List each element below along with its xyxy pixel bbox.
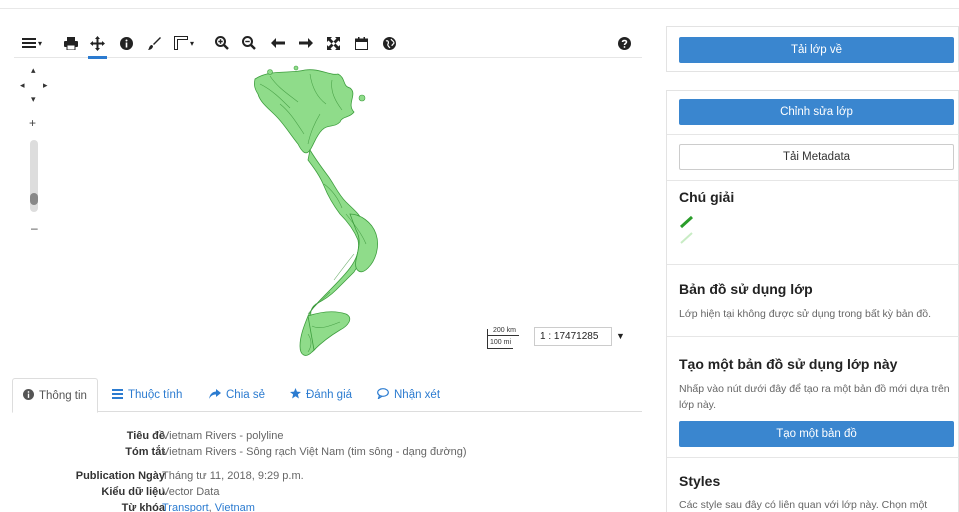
comment-icon <box>377 388 389 402</box>
sidebar-divider <box>667 336 959 337</box>
map-toolbar: ▾ ▾ <box>14 30 642 59</box>
zoom-plus-icon[interactable]: + <box>29 116 36 130</box>
menu-icon[interactable]: ▾ <box>22 33 42 53</box>
info-abstract-label: Tóm tắt <box>125 446 165 458</box>
info-row-pubdate: Publication Ngày Tháng tư 11, 2018, 9:29… <box>20 470 640 486</box>
map-layer[interactable] <box>250 64 400 364</box>
zoom-in-icon[interactable] <box>215 33 229 53</box>
tab-comments-label: Nhận xét <box>394 389 441 401</box>
info-pubdate-value: Tháng tư 11, 2018, 9:29 p.m. <box>162 470 304 482</box>
zoom-out-icon[interactable] <box>242 33 256 53</box>
scale-bar-mi: 100 mi <box>490 339 512 346</box>
info-row-abstract: Tóm tắt Vietnam Rivers - Sông rạch Việt … <box>20 446 640 462</box>
pan-up-icon[interactable]: ▴ <box>31 66 36 75</box>
legend-swatch <box>679 215 695 250</box>
create-map-button[interactable]: Tạo một bản đồ <box>679 421 954 447</box>
pan-control[interactable]: ▴ ◂ ▸ ▾ <box>18 66 52 104</box>
info-row-title: Tiêu đề Vietnam Rivers - polyline <box>20 430 640 446</box>
scale-bar: 200 km 100 mi <box>487 326 521 350</box>
info-type-value: Vector Data <box>162 486 220 498</box>
scale-select[interactable]: 1 : 17471285 <box>534 327 612 346</box>
calendar-icon[interactable] <box>355 33 368 53</box>
styles-text: Các style sau đây có liên quan với lớp n… <box>679 499 928 511</box>
star-icon <box>290 388 301 402</box>
create-map-text: Nhấp vào nút dưới đây để tạo ra một bản … <box>679 383 950 411</box>
info-row-type: Kiểu dữ liệu Vector Data <box>20 486 640 502</box>
info-title-value: Vietnam Rivers - polyline <box>162 430 284 442</box>
info-icon[interactable] <box>120 33 133 53</box>
maps-using-layer-title: Bản đồ sử dụng lớp <box>679 281 813 297</box>
globe-icon[interactable] <box>383 33 396 53</box>
brush-icon[interactable] <box>148 33 161 53</box>
arrow-right-icon[interactable] <box>299 33 313 53</box>
tab-comments[interactable]: Nhận xét <box>367 378 450 412</box>
keyword-link-transport[interactable]: Transport <box>162 502 209 512</box>
detail-tabs: Thông tin Thuộc tính Chia sẻ Đánh giá Nh… <box>12 378 642 413</box>
info-title-label: Tiêu đề <box>126 430 165 442</box>
share-icon <box>209 388 221 402</box>
sidebar-divider <box>667 457 959 458</box>
layer-sidebar-panel: Chỉnh sửa lớp Tải Metadata Chú giải Bản … <box>666 90 959 512</box>
info-keywords-value: Transport, Vietnam <box>162 502 255 512</box>
tab-share-label: Chia sẻ <box>226 389 265 401</box>
styles-title: Styles <box>679 473 721 489</box>
pan-icon[interactable] <box>88 33 107 59</box>
arrow-left-icon[interactable] <box>271 33 285 53</box>
info-icon <box>23 388 34 403</box>
keyword-separator: , <box>208 502 212 512</box>
sidebar-divider <box>667 134 959 135</box>
info-abstract-value: Vietnam Rivers - Sông rạch Việt Nam (tim… <box>162 446 467 458</box>
download-metadata-button[interactable]: Tải Metadata <box>679 144 954 170</box>
chevron-down-icon[interactable]: ▼ <box>616 331 625 341</box>
download-layer-button[interactable]: Tải lớp về <box>679 37 954 63</box>
tab-rating-label: Đánh giá <box>306 389 353 401</box>
pan-left-icon[interactable]: ◂ <box>20 81 25 90</box>
tab-info[interactable]: Thông tin <box>12 378 98 413</box>
zoom-slider-handle[interactable] <box>30 193 38 205</box>
sidebar-divider <box>667 180 959 181</box>
fullscreen-icon[interactable] <box>327 33 340 53</box>
legend-title: Chú giải <box>679 189 735 205</box>
info-type-label: Kiểu dữ liệu <box>101 486 165 498</box>
pan-down-icon[interactable]: ▾ <box>31 95 36 104</box>
tab-rating[interactable]: Đánh giá <box>280 378 362 412</box>
print-icon[interactable] <box>64 33 78 53</box>
top-divider <box>0 8 959 9</box>
pan-right-icon[interactable]: ▸ <box>43 81 48 90</box>
tab-attributes[interactable]: Thuộc tính <box>102 378 192 412</box>
info-row-keywords: Từ khóa Transport, Vietnam <box>20 502 640 512</box>
measure-icon[interactable]: ▾ <box>174 33 194 53</box>
create-map-title: Tạo một bản đồ sử dụng lớp này <box>679 356 898 372</box>
maps-using-layer-text: Lớp hiện tại không được sử dụng trong bấ… <box>679 308 931 320</box>
info-keywords-label: Từ khóa <box>121 502 165 512</box>
zoom-minus-icon[interactable]: – <box>31 221 38 235</box>
list-icon <box>112 388 123 402</box>
layer-detail-page: ▾ ▾ ▴ ◂ ▸ ▾ + – 200 km 100 mi 1: 174712… <box>0 0 959 512</box>
sidebar-divider <box>667 264 959 265</box>
keyword-link-vietnam[interactable]: Vietnam <box>215 502 255 512</box>
edit-layer-button[interactable]: Chỉnh sửa lớp <box>679 99 954 125</box>
tab-attributes-label: Thuộc tính <box>128 389 183 401</box>
scale-bar-km: 200 km <box>493 327 516 334</box>
info-pubdate-label: Publication Ngày <box>75 470 165 482</box>
help-icon[interactable] <box>618 33 631 53</box>
tab-share[interactable]: Chia sẻ <box>199 378 275 412</box>
download-panel: Tải lớp về <box>666 26 959 72</box>
tab-info-label: Thông tin <box>39 389 87 402</box>
vietnam-rivers-layer <box>254 65 378 356</box>
